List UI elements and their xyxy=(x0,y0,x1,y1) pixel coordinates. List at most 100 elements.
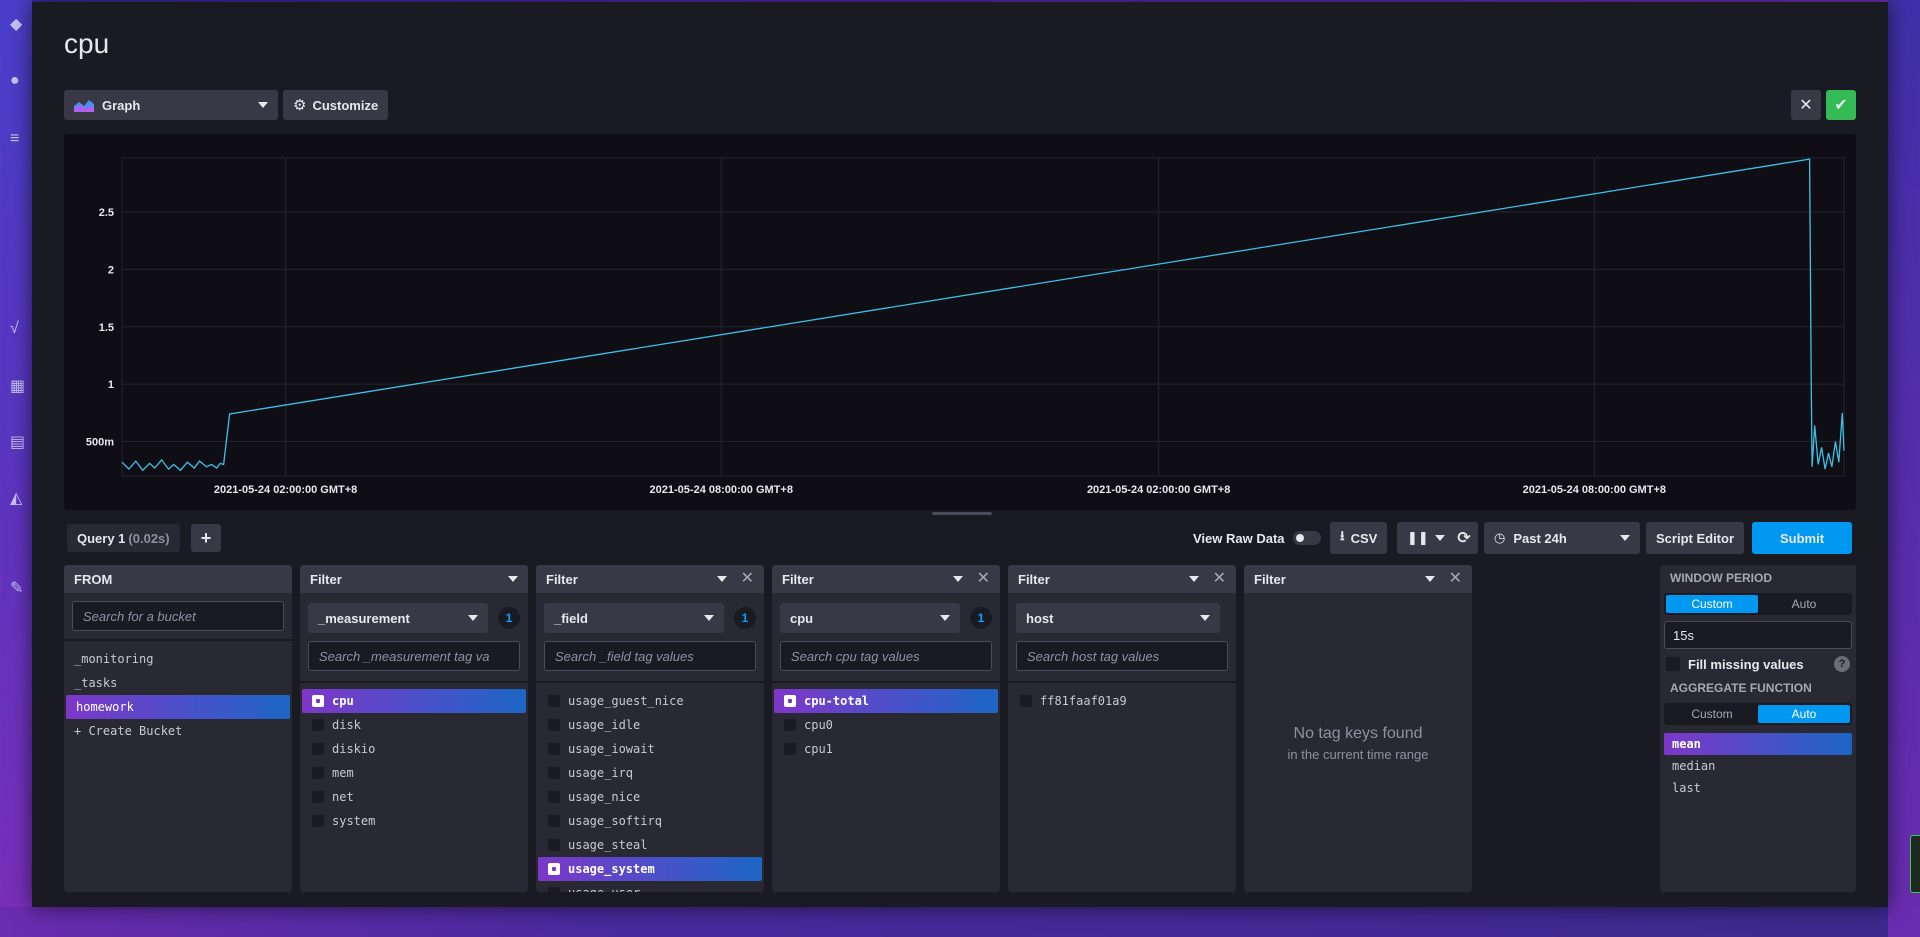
submit-label: Submit xyxy=(1779,530,1825,546)
bucket-item[interactable]: _tasks xyxy=(64,671,292,695)
window-period-value: 15s xyxy=(1673,627,1694,643)
tag-key-dropdown[interactable]: cpu xyxy=(780,603,960,633)
app-bottom-backdrop xyxy=(0,907,1920,937)
list-item[interactable]: cpu-total xyxy=(774,689,998,713)
view-raw-data-label: View Raw Data xyxy=(1193,530,1285,546)
view-raw-data-toggle[interactable] xyxy=(1292,531,1321,545)
list-item[interactable]: cpu xyxy=(302,689,526,713)
list-item[interactable]: usage_irq xyxy=(538,761,762,785)
logo-icon: ◆ xyxy=(10,16,23,33)
filter-header[interactable]: Filter xyxy=(300,565,528,593)
chevron-down-icon[interactable] xyxy=(1424,576,1435,582)
time-range-label: Past 24h xyxy=(1513,530,1567,546)
tag-search-input[interactable]: Search host tag values xyxy=(1016,641,1228,671)
checkbox-icon xyxy=(312,767,324,779)
window-period-label: WINDOW PERIOD xyxy=(1670,571,1772,585)
aggregate-panel: WINDOW PERIOD Custom Auto 15s Fill missi… xyxy=(1660,565,1856,892)
csv-label: CSV xyxy=(1350,530,1378,546)
item-label: usage_iowait xyxy=(568,742,655,756)
tag-search-input[interactable]: Search cpu tag values xyxy=(780,641,992,671)
checkbox-icon xyxy=(548,719,560,731)
list-item[interactable]: usage_guest_nice xyxy=(538,689,762,713)
list-item[interactable]: usage_user xyxy=(538,881,762,892)
chevron-down-icon[interactable] xyxy=(952,576,963,582)
close-icon[interactable]: ✕ xyxy=(741,571,754,587)
function-item[interactable]: mean xyxy=(1664,733,1852,755)
list-item[interactable]: system xyxy=(302,809,526,833)
tag-value-list: ff81faaf01a9 xyxy=(1008,681,1236,713)
window-period-toggle: Custom Auto xyxy=(1664,593,1852,615)
tag-search-placeholder: Search _measurement tag va xyxy=(319,648,490,664)
app-right-backdrop xyxy=(1888,0,1920,937)
add-query-button[interactable]: + xyxy=(191,524,221,552)
bucket-item[interactable]: _monitoring xyxy=(64,647,292,671)
bucket-item-selected[interactable]: homework xyxy=(66,695,290,719)
script-editor-button[interactable]: Script Editor xyxy=(1646,522,1745,554)
chevron-down-icon[interactable] xyxy=(1188,576,1199,582)
app-sidebar-backdrop: ◆ ● ≡ √ ▦ ▤ ◭ ✎ xyxy=(0,0,32,937)
list-item[interactable]: net xyxy=(302,785,526,809)
filter-header[interactable]: Filter ✕ xyxy=(1244,565,1472,593)
refresh-button[interactable]: ⟳ xyxy=(1450,522,1478,554)
chevron-down-icon[interactable] xyxy=(508,576,518,582)
side-widget[interactable] xyxy=(1910,835,1920,893)
list-item[interactable]: usage_softirq xyxy=(538,809,762,833)
window-period-input[interactable]: 15s xyxy=(1664,621,1852,649)
submit-button[interactable]: Submit xyxy=(1752,522,1852,554)
function-item[interactable]: median xyxy=(1664,755,1852,777)
query-tab-label: Query 1 xyxy=(77,530,126,546)
visualization-type-dropdown[interactable]: Graph xyxy=(64,90,278,120)
gear-icon: ⚙ xyxy=(293,97,307,114)
autorefresh-dropdown[interactable]: ❚❚ xyxy=(1397,522,1455,554)
filter-header[interactable]: Filter ✕ xyxy=(1008,565,1236,593)
tag-key-label: host xyxy=(1026,610,1054,626)
save-button[interactable]: ✔ xyxy=(1826,90,1856,120)
aggregate-function-label: AGGREGATE FUNCTION xyxy=(1670,681,1812,695)
from-title: FROM xyxy=(74,571,113,587)
item-label: usage_system xyxy=(568,862,655,876)
tag-search-input[interactable]: Search _field tag values xyxy=(544,641,756,671)
close-icon[interactable]: ✕ xyxy=(977,571,990,587)
function-auto-option[interactable]: Auto xyxy=(1758,705,1850,723)
cancel-button[interactable]: ✕ xyxy=(1791,90,1821,120)
list-item[interactable]: usage_system xyxy=(538,857,762,881)
filter-title: Filter xyxy=(1254,571,1286,587)
from-card: FROM Search for a bucket _monitoring _ta… xyxy=(64,565,292,892)
list-item[interactable]: diskio xyxy=(302,737,526,761)
list-item[interactable]: disk xyxy=(302,713,526,737)
close-icon[interactable]: ✕ xyxy=(1213,571,1226,587)
tag-key-dropdown[interactable]: host xyxy=(1016,603,1220,633)
fill-missing-checkbox[interactable] xyxy=(1666,657,1680,671)
window-custom-option[interactable]: Custom xyxy=(1666,595,1758,613)
list-item[interactable]: mem xyxy=(302,761,526,785)
customize-button[interactable]: ⚙ Customize xyxy=(283,90,389,120)
list-item[interactable]: usage_steal xyxy=(538,833,762,857)
list-item[interactable]: usage_nice xyxy=(538,785,762,809)
bucket-search-input[interactable]: Search for a bucket xyxy=(72,601,284,631)
list-item[interactable]: cpu0 xyxy=(774,713,998,737)
time-range-dropdown[interactable]: ◷ Past 24h xyxy=(1484,522,1640,554)
y-tick-label: 1.5 xyxy=(99,322,114,334)
filter-header[interactable]: Filter ✕ xyxy=(772,565,1000,593)
tag-search-input[interactable]: Search _measurement tag va xyxy=(308,641,520,671)
tag-key-dropdown[interactable]: _measurement xyxy=(308,603,488,633)
function-item[interactable]: last xyxy=(1664,777,1852,799)
list-item[interactable]: usage_idle xyxy=(538,713,762,737)
create-bucket-link[interactable]: + Create Bucket xyxy=(64,719,292,743)
list-item[interactable]: usage_iowait xyxy=(538,737,762,761)
close-icon[interactable]: ✕ xyxy=(1449,571,1462,587)
chevron-down-icon[interactable] xyxy=(716,576,727,582)
resize-handle[interactable] xyxy=(932,512,992,515)
function-custom-option[interactable]: Custom xyxy=(1666,705,1758,723)
list-item[interactable]: cpu1 xyxy=(774,737,998,761)
csv-download-button[interactable]: ⭳ CSV xyxy=(1330,522,1388,554)
fill-missing-row[interactable]: Fill missing values ? xyxy=(1666,653,1850,675)
list-item[interactable]: ff81faaf01a9 xyxy=(1010,689,1234,713)
query-tab[interactable]: Query 1 (0.02s) xyxy=(67,524,180,552)
visualization-type-label: Graph xyxy=(102,97,141,113)
selected-count-badge: 1 xyxy=(498,607,520,629)
help-icon[interactable]: ? xyxy=(1834,656,1850,672)
filter-header[interactable]: Filter ✕ xyxy=(536,565,764,593)
window-auto-option[interactable]: Auto xyxy=(1758,595,1850,613)
tag-key-dropdown[interactable]: _field xyxy=(544,603,724,633)
